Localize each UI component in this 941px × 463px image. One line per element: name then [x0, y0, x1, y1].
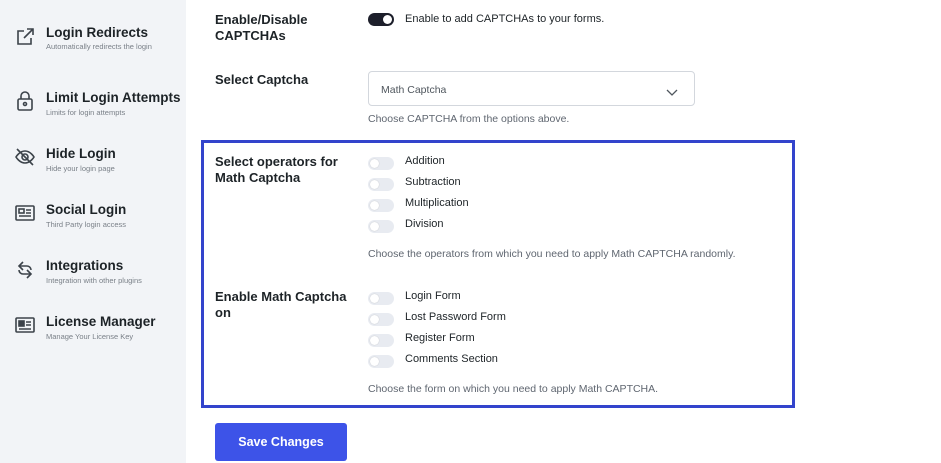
eye-off-icon — [14, 146, 36, 168]
external-link-icon — [14, 26, 36, 48]
integrations-icon — [14, 259, 36, 281]
form-comments-label: Comments Section — [405, 353, 498, 365]
sidebar-item-integrations[interactable]: Integrations Integration with other plug… — [0, 255, 186, 305]
sidebar-item-subtitle: Hide your login page — [46, 164, 115, 173]
sidebar-item-subtitle: Automatically redirects the login — [46, 42, 152, 51]
operator-multiplication-toggle[interactable] — [368, 199, 394, 212]
sidebar-item-subtitle: Integration with other plugins — [46, 276, 142, 285]
operator-subtraction-toggle[interactable] — [368, 178, 394, 191]
chevron-down-icon — [666, 84, 678, 96]
sidebar-item-limit-login-attempts[interactable]: Limit Login Attempts Limits for login at… — [0, 87, 186, 137]
sidebar-item-license-manager[interactable]: License Manager Manage Your License Key — [0, 311, 186, 361]
forms-help: Choose the form on which you need to app… — [368, 383, 659, 395]
form-login-toggle[interactable] — [368, 292, 394, 305]
save-changes-button[interactable]: Save Changes — [215, 423, 347, 461]
form-lost-password-label: Lost Password Form — [405, 311, 506, 323]
captcha-select-help: Choose CAPTCHA from the options above. — [368, 113, 570, 125]
sidebar-item-login-redirects[interactable]: Login Redirects Automatically redirects … — [0, 22, 186, 72]
operators-label: Select operators for Math Captcha — [215, 154, 338, 185]
sidebar-item-title: License Manager — [46, 314, 156, 329]
operator-subtraction-label: Subtraction — [405, 176, 461, 188]
operator-division-toggle[interactable] — [368, 220, 394, 233]
captcha-select-value: Math Captcha — [381, 84, 447, 96]
select-captcha-label: Select Captcha — [215, 72, 309, 87]
sidebar-item-subtitle: Third Party login access — [46, 220, 127, 229]
captcha-type-select[interactable]: Math Captcha — [368, 71, 695, 106]
form-lost-password-toggle[interactable] — [368, 313, 394, 326]
sidebar-item-title: Login Redirects — [46, 25, 149, 40]
sidebar-item-title: Limit Login Attempts — [46, 90, 181, 105]
sidebar-item-hide-login[interactable]: Hide Login Hide your login page — [0, 143, 186, 193]
sidebar-item-title: Hide Login — [46, 146, 116, 161]
lock-icon — [14, 90, 36, 112]
captcha-toggle-label: Enable/Disable CAPTCHAs — [215, 12, 308, 43]
form-register-label: Register Form — [405, 332, 475, 344]
form-register-toggle[interactable] — [368, 334, 394, 347]
sidebar-item-title: Social Login — [46, 202, 127, 217]
operator-multiplication-label: Multiplication — [405, 197, 469, 209]
sidebar-item-subtitle: Manage Your License Key — [46, 332, 134, 341]
operator-addition-label: Addition — [405, 155, 445, 167]
id-card-icon — [14, 202, 36, 224]
forms-label: Enable Math Captcha on — [215, 289, 347, 320]
operators-help: Choose the operators from which you need… — [368, 248, 736, 260]
operator-addition-toggle[interactable] — [368, 157, 394, 170]
sidebar-item-social-login[interactable]: Social Login Third Party login access — [0, 199, 186, 249]
form-login-label: Login Form — [405, 290, 461, 302]
operator-division-label: Division — [405, 218, 444, 230]
sidebar: Login Redirects Automatically redirects … — [0, 0, 186, 463]
settings-panel: Enable/Disable CAPTCHAs Enable to add CA… — [186, 0, 941, 463]
captcha-enable-toggle[interactable] — [368, 13, 394, 26]
form-comments-toggle[interactable] — [368, 355, 394, 368]
sidebar-item-subtitle: Limits for login attempts — [46, 108, 126, 117]
license-card-icon — [14, 314, 36, 336]
captcha-toggle-description: Enable to add CAPTCHAs to your forms. — [405, 13, 605, 25]
sidebar-item-title: Integrations — [46, 258, 124, 273]
